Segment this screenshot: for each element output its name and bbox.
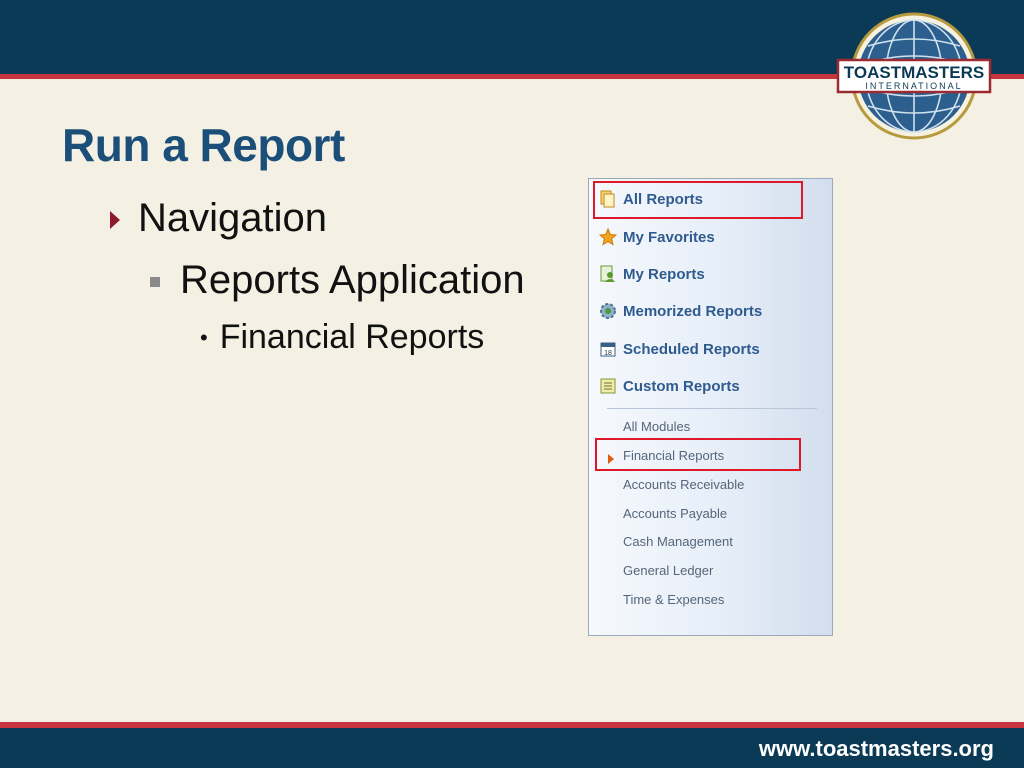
nav-item-memorized-reports[interactable]: Memorized Reports: [599, 299, 762, 323]
gear-icon: [599, 302, 617, 320]
toastmasters-logo: TOASTMASTERS INTERNATIONAL: [836, 12, 992, 140]
footer-url: www.toastmasters.org: [758, 736, 994, 761]
bullet-reports-application: Reports Application: [180, 258, 525, 302]
bullet-level2: Reports Application: [150, 258, 525, 303]
module-accounts-receivable[interactable]: Accounts Receivable: [623, 476, 744, 494]
bullet-navigation: Navigation: [138, 196, 328, 240]
nav-item-my-reports[interactable]: My Reports: [599, 262, 705, 286]
nav-item-label: My Favorites: [623, 228, 715, 246]
module-general-ledger[interactable]: General Ledger: [623, 562, 713, 580]
bullet-level1: Navigation: [110, 196, 327, 241]
slide-title: Run a Report: [62, 119, 345, 171]
nav-divider: [607, 408, 817, 409]
nav-item-label: Custom Reports: [623, 377, 740, 395]
highlight-financial-reports: [595, 438, 801, 471]
nav-item-label: Memorized Reports: [623, 302, 763, 320]
star-icon: [599, 228, 617, 246]
nav-item-label: My Reports: [623, 265, 705, 283]
logo-line2: INTERNATIONAL: [865, 81, 962, 91]
calendar-icon: 18: [599, 340, 617, 358]
reports-nav-panel: All Reports My Favorites My Reports Memo…: [588, 178, 833, 636]
square-bullet-icon: [150, 276, 160, 287]
logo-line1: TOASTMASTERS: [844, 63, 984, 82]
bullet-level3: • Financial Reports: [200, 318, 484, 357]
module-all-modules[interactable]: All Modules: [623, 418, 690, 436]
nav-item-scheduled-reports[interactable]: 18 Scheduled Reports: [599, 337, 760, 361]
svg-text:18: 18: [604, 350, 612, 357]
list-icon: [599, 377, 617, 395]
arrow-bullet-icon: [110, 210, 120, 229]
dot-bullet-icon: •: [200, 324, 208, 350]
nav-item-my-favorites[interactable]: My Favorites: [599, 225, 715, 249]
module-accounts-payable[interactable]: Accounts Payable: [623, 505, 727, 523]
module-cash-management[interactable]: Cash Management: [623, 533, 733, 551]
bullet-financial-reports: Financial Reports: [219, 318, 485, 356]
module-time-expenses[interactable]: Time & Expenses: [623, 591, 724, 609]
user-report-icon: [599, 265, 617, 283]
nav-item-label: Scheduled Reports: [623, 340, 760, 358]
nav-item-custom-reports[interactable]: Custom Reports: [599, 374, 740, 398]
highlight-all-reports: [593, 181, 803, 219]
